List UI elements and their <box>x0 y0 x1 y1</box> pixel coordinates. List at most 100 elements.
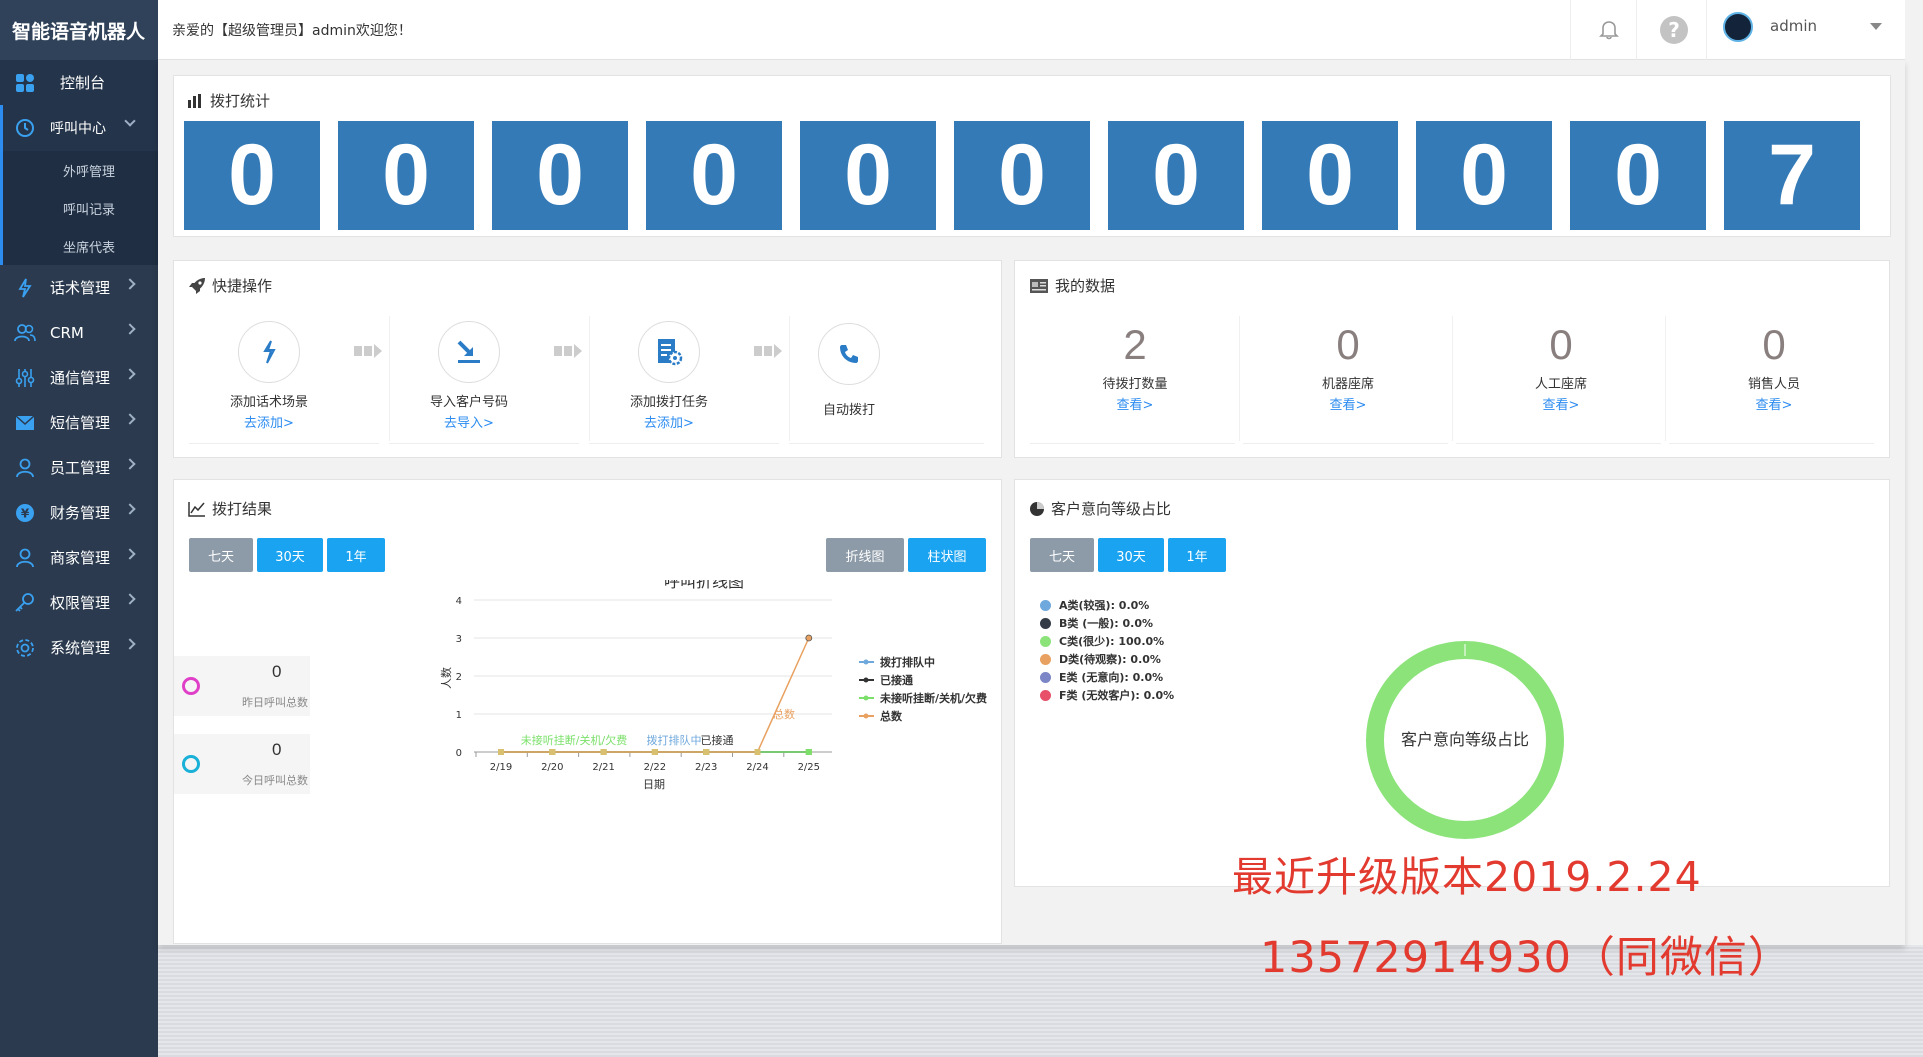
chevron-right-icon <box>124 593 136 605</box>
legend-item[interactable]: F类 (无效客户): 0.0% <box>1040 686 1174 704</box>
bar-chart-button[interactable]: 柱状图 <box>908 538 986 572</box>
legend-item[interactable]: E类 (无意向): 0.0% <box>1040 668 1174 686</box>
sub-item-call-records[interactable]: 呼叫记录 <box>3 189 158 227</box>
sidebar-item-sms[interactable]: 短信管理 <box>0 400 158 445</box>
quick-op-link[interactable]: 去添加> <box>194 412 344 431</box>
quick-op-import[interactable]: 导入客户号码 去导入> <box>394 321 544 431</box>
counter-digits: 00000000007 <box>184 121 1860 230</box>
quick-op-label: 添加拨打任务 <box>629 395 708 410</box>
view-link[interactable]: 查看> <box>1243 394 1453 413</box>
sidebar-item-dashboard[interactable]: 控制台 <box>0 60 158 105</box>
stat-label: 今日呼叫总数 <box>242 774 308 787</box>
quick-op-link[interactable]: 去导入> <box>394 412 544 431</box>
circle-icon <box>182 677 200 695</box>
sidebar-item-label: CRM <box>50 323 84 342</box>
legend-label: 未接听挂断/关机/欠费 <box>879 691 987 705</box>
legend-item[interactable]: D类(待观察): 0.0% <box>1040 650 1174 668</box>
range-30days-button[interactable]: 30天 <box>1098 538 1164 572</box>
promo-version-text: 最近升级版本2019.2.24 <box>1232 853 1702 901</box>
legend-item[interactable]: C类(很少): 100.0% <box>1040 632 1174 650</box>
chevron-right-icon <box>124 503 136 515</box>
legend-text: C类(很少): 100.0% <box>1059 635 1165 648</box>
data-label: 待拨打数量 <box>1102 377 1168 392</box>
sidebar-item-system[interactable]: 系统管理 <box>0 625 158 670</box>
data-point <box>805 749 812 755</box>
data-point <box>549 749 556 755</box>
quick-op-add-script[interactable]: 添加话术场景 去添加> <box>194 321 344 431</box>
legend-dot <box>1040 671 1051 683</box>
divider <box>1669 443 1874 444</box>
counter-digit: 0 <box>1262 121 1398 230</box>
chevron-right-icon <box>124 278 136 290</box>
y-tick-label: 2 <box>456 672 462 683</box>
key-icon <box>14 592 36 614</box>
data-pending-calls: 2 待拨打数量 查看> <box>1030 321 1240 413</box>
x-axis-label: 日期 <box>643 778 665 791</box>
sidebar-item-label: 系统管理 <box>50 639 111 657</box>
sidebar-item-permission[interactable]: 权限管理 <box>0 580 158 625</box>
data-sales-staff: 0 销售人员 查看> <box>1669 321 1879 413</box>
bell-icon[interactable] <box>1598 18 1620 40</box>
promo-contact-text: 13572914930（同微信） <box>1260 933 1792 983</box>
legend-item[interactable]: A类(较强): 0.0% <box>1040 596 1174 614</box>
arrow-right-icon <box>354 344 382 358</box>
legend-text: B类 (一般): 0.0% <box>1059 617 1154 630</box>
yesterday-stat: 0 昨日呼叫总数 <box>174 656 310 716</box>
sidebar-item-call-center[interactable]: 呼叫中心 <box>3 105 158 151</box>
avatar[interactable] <box>1723 12 1753 42</box>
legend-item[interactable]: B类 (一般): 0.0% <box>1040 614 1174 632</box>
counter-digit: 0 <box>184 121 320 230</box>
sidebar-item-script[interactable]: 话术管理 <box>0 265 158 310</box>
panel-title: 我的数据 <box>1029 275 1115 296</box>
chart-annotation: 拨打排队中 <box>647 733 702 747</box>
sidebar-item-label: 控制台 <box>60 74 106 92</box>
view-link[interactable]: 查看> <box>1669 394 1879 413</box>
quick-op-auto-dial[interactable]: 自动拨打 <box>774 323 924 418</box>
legend-label: 总数 <box>880 709 903 723</box>
x-tick-label: 2/20 <box>541 762 563 773</box>
stat-value: 0 <box>272 662 282 681</box>
pie-chart-icon <box>1029 501 1045 517</box>
sidebar-item-staff[interactable]: 员工管理 <box>0 445 158 490</box>
sub-item-agents[interactable]: 坐席代表 <box>3 227 158 265</box>
x-tick-label: 2/23 <box>695 762 717 773</box>
welcome-text: 亲爱的【超级管理员】admin欢迎您！ <box>172 23 412 39</box>
legend-marker <box>863 659 869 665</box>
sidebar-item-finance[interactable]: ¥ 财务管理 <box>0 490 158 535</box>
quick-op-add-task[interactable]: 添加拨打任务 去添加> <box>594 321 744 431</box>
y-tick-label: 0 <box>456 748 462 759</box>
data-point <box>703 749 710 755</box>
help-icon[interactable]: ? <box>1660 16 1688 44</box>
sidebar-item-merchant[interactable]: 商家管理 <box>0 535 158 580</box>
view-link[interactable]: 查看> <box>1030 394 1240 413</box>
y-tick-label: 1 <box>456 710 462 721</box>
legend-text: A类(较强): 0.0% <box>1059 599 1150 612</box>
sub-item-outbound[interactable]: 外呼管理 <box>3 151 158 189</box>
data-value: 0 <box>1336 321 1360 368</box>
range-7days-button[interactable]: 七天 <box>1030 538 1094 572</box>
range-7days-button[interactable]: 七天 <box>189 538 253 572</box>
username[interactable]: admin <box>1770 17 1817 35</box>
caret-down-icon[interactable] <box>1870 23 1882 30</box>
sidebar-item-communication[interactable]: 通信管理 <box>0 355 158 400</box>
counter-digit: 0 <box>1416 121 1552 230</box>
divider <box>1030 443 1235 444</box>
view-link[interactable]: 查看> <box>1456 394 1666 413</box>
quick-op-link[interactable]: 去添加> <box>594 412 744 431</box>
range-30days-button[interactable]: 30天 <box>257 538 323 572</box>
legend-dot <box>1040 617 1051 629</box>
range-1year-button[interactable]: 1年 <box>327 538 385 572</box>
sidebar-item-crm[interactable]: CRM <box>0 310 158 355</box>
chevron-right-icon <box>124 323 136 335</box>
data-label: 机器座席 <box>1321 377 1374 392</box>
chevron-right-icon <box>124 548 136 560</box>
line-chart-button[interactable]: 折线图 <box>826 538 904 572</box>
user-icon <box>14 547 36 569</box>
legend-text: F类 (无效客户): 0.0% <box>1059 689 1175 702</box>
chart-annotation: 未接听挂断/关机/欠费 <box>521 733 627 747</box>
counter-digit: 0 <box>338 121 474 230</box>
chart-title: 呼叫折线图 <box>664 580 744 591</box>
range-1year-button[interactable]: 1年 <box>1168 538 1226 572</box>
scrollbar[interactable] <box>1905 0 1923 945</box>
divider <box>1243 443 1448 444</box>
